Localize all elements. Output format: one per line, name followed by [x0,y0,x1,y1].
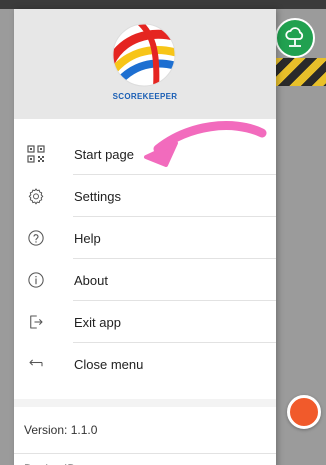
info-circle-icon [14,271,58,289]
app-name: SCOREKEEPER [112,92,178,101]
cloud-sync-button[interactable] [275,18,315,58]
menu-item-settings[interactable]: Settings [14,175,276,217]
footer-divider [14,399,276,407]
menu-item-label: Help [74,230,101,246]
navigation-drawer: SCOREKEEPER Start page Settings Help Abo… [14,9,276,465]
device-id-label: Device ID [14,453,276,465]
help-circle-icon [14,229,58,247]
menu-item-exit-app[interactable]: Exit app [14,301,276,343]
app-logo [108,19,180,91]
version-text: Version: 1.1.0 [24,423,98,437]
menu-item-label: Settings [74,188,121,204]
hazard-stripe [272,58,326,86]
menu-item-label: Exit app [74,314,121,330]
status-bar-edge [0,0,326,9]
record-button[interactable] [287,395,321,429]
back-arrow-icon [14,355,58,373]
exit-icon [14,313,58,331]
screen: SCOREKEEPER Start page Settings Help Abo… [0,0,326,465]
pink-arrow-annotation [144,121,267,167]
menu-item-close-menu[interactable]: Close menu [14,343,276,385]
menu-item-label: About [74,272,108,288]
ball-logo-icon [112,23,176,87]
gear-icon [14,187,58,205]
drawer-header: SCOREKEEPER [14,9,276,119]
menu-item-about[interactable]: About [14,259,276,301]
cloud-network-icon [285,27,304,47]
menu-item-help[interactable]: Help [14,217,276,259]
menu-item-label: Close menu [74,356,144,372]
qr-code-icon [14,145,58,163]
menu-item-label: Start page [74,146,134,162]
